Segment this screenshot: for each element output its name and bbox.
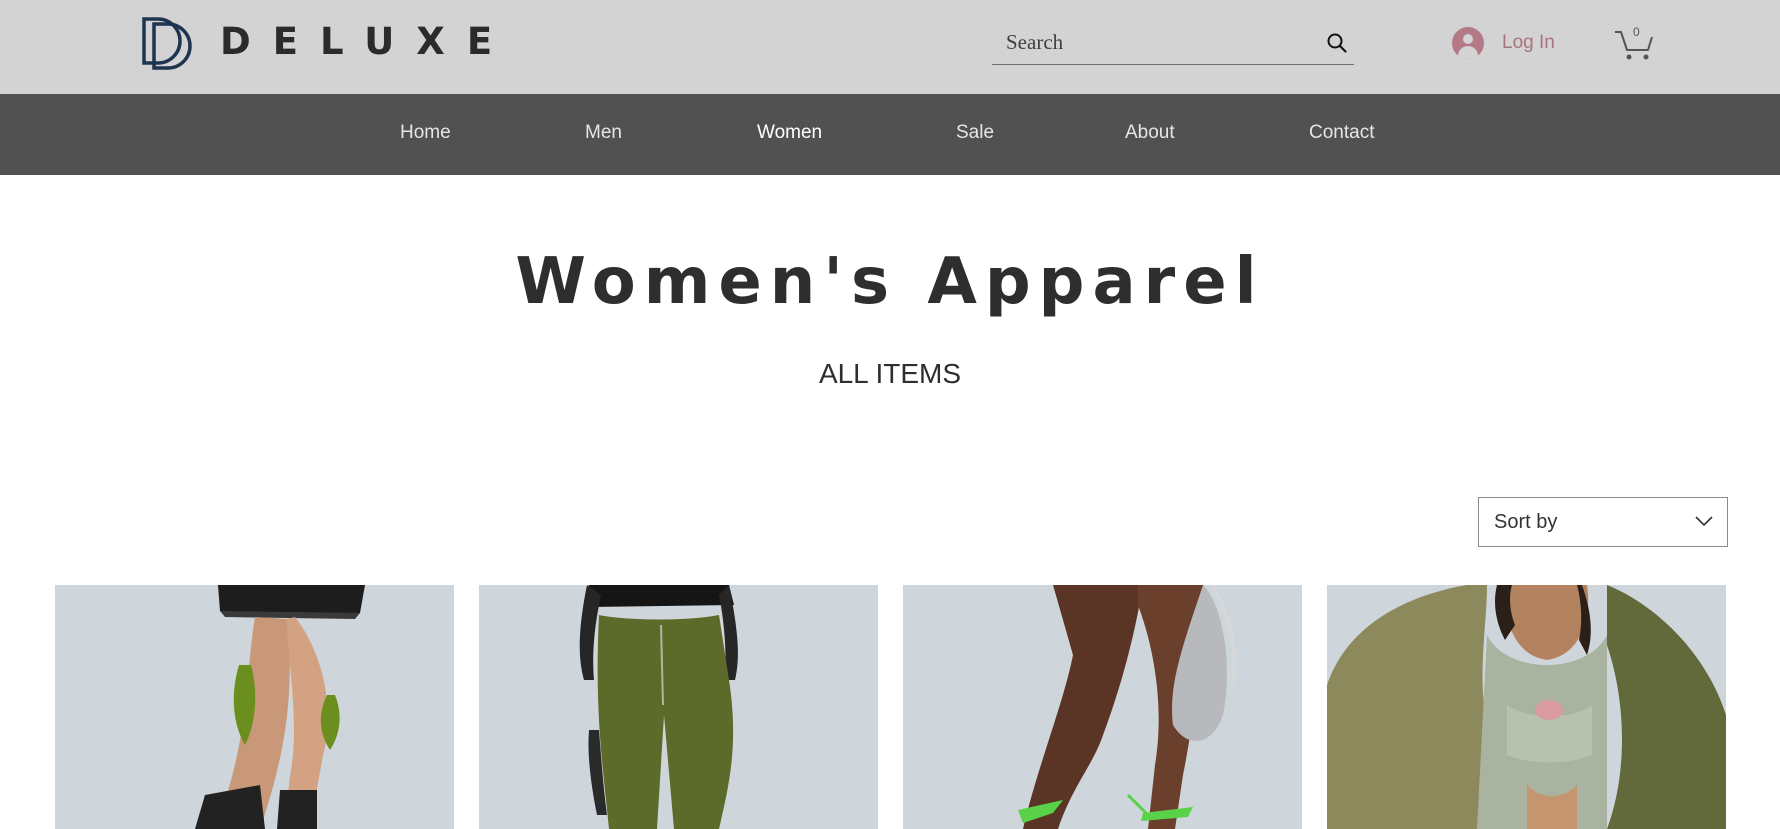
login-button[interactable]: Log In — [1452, 26, 1555, 60]
main-nav: Home Men Women Sale About Contact — [0, 94, 1780, 175]
page-subtitle: ALL ITEMS — [818, 358, 962, 389]
double-d-logo-icon[interactable] — [140, 16, 192, 70]
site-header: DELUXE Log In 0 — [0, 0, 1780, 94]
product-card[interactable] — [479, 585, 878, 829]
nav-item-home[interactable]: Home — [400, 122, 451, 144]
product-card[interactable] — [1327, 585, 1726, 829]
search-input[interactable] — [1006, 28, 1306, 56]
search-box — [992, 20, 1354, 65]
login-label: Log In — [1502, 32, 1555, 53]
sort-label: Sort by — [1494, 511, 1558, 533]
sort-dropdown[interactable]: Sort by — [1478, 497, 1728, 547]
page-title: Women's Apparel — [515, 245, 1265, 319]
nav-item-contact[interactable]: Contact — [1309, 122, 1374, 144]
cart-button[interactable]: 0 — [1614, 25, 1654, 62]
product-image — [195, 585, 365, 829]
cart-count: 0 — [1633, 25, 1640, 39]
chevron-down-icon — [1695, 516, 1713, 527]
nav-item-about[interactable]: About — [1125, 122, 1175, 144]
user-avatar-icon — [1452, 27, 1484, 59]
product-image — [1018, 585, 1236, 829]
product-image — [579, 585, 738, 829]
product-image — [1327, 585, 1726, 829]
brand-name[interactable]: DELUXE — [220, 20, 514, 63]
search-icon[interactable] — [1326, 32, 1348, 54]
nav-item-women[interactable]: Women — [757, 122, 822, 144]
product-card[interactable] — [903, 585, 1302, 829]
product-card[interactable] — [55, 585, 454, 829]
nav-item-sale[interactable]: Sale — [956, 122, 994, 144]
nav-item-men[interactable]: Men — [585, 122, 622, 144]
